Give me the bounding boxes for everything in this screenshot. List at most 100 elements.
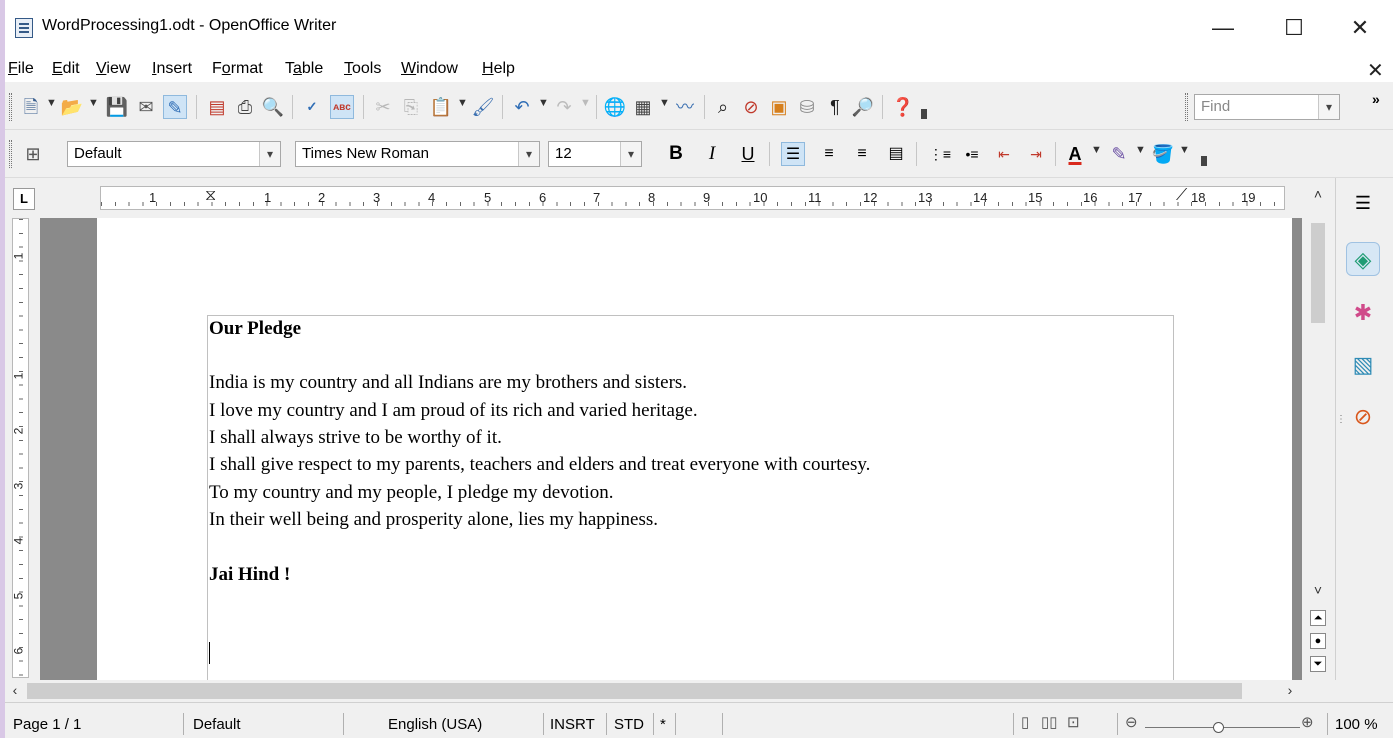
scroll-right-icon[interactable]: › <box>1280 682 1300 698</box>
style-dropdown-arrow-icon[interactable]: ▾ <box>259 142 280 166</box>
find-dropdown-arrow-icon[interactable]: ▾ <box>1318 95 1339 119</box>
insert-mode-indicator[interactable]: INSRT <box>550 716 595 733</box>
toolbar-grip[interactable] <box>9 93 12 121</box>
vertical-scroll-thumb[interactable] <box>1311 223 1325 323</box>
zoom-slider-knob[interactable] <box>1213 722 1224 733</box>
paragraph-style-combo[interactable]: Default ▾ <box>67 141 281 167</box>
close-document-button[interactable]: ✕ <box>1367 58 1384 83</box>
table-dropdown-arrow-icon[interactable]: ▼ <box>659 97 670 109</box>
minimize-button[interactable]: — <box>1200 10 1246 46</box>
table-icon[interactable]: ▦ <box>631 95 655 119</box>
justify-icon[interactable]: ▤ <box>884 142 908 166</box>
document-closing[interactable]: Jai Hind ! <box>209 564 290 586</box>
menu-help[interactable]: Help <box>482 60 515 78</box>
spellcheck-icon[interactable]: ✓ <box>300 95 324 119</box>
toolbar-overflow-icon[interactable] <box>1201 156 1207 166</box>
formatting-marks-icon[interactable]: ¶ <box>823 95 847 119</box>
navigator-icon[interactable]: ⊘ <box>739 95 763 119</box>
zoom-level[interactable]: 100 % <box>1335 716 1378 733</box>
hyperlink-icon[interactable]: 🌐 <box>603 95 627 119</box>
next-page-icon[interactable]: ⏷ <box>1310 656 1326 672</box>
highlighting-dropdown-arrow-icon[interactable]: ▼ <box>1135 144 1146 156</box>
sidebar-menu-icon[interactable]: ☰ <box>1346 186 1380 220</box>
right-indent-marker-icon[interactable]: ⟋ <box>1176 187 1187 205</box>
align-left-icon[interactable]: ☰ <box>781 142 805 166</box>
export-pdf-icon[interactable]: ▤ <box>205 95 229 119</box>
data-sources-icon[interactable]: ⛁ <box>795 95 819 119</box>
bullets-icon[interactable]: •≡ <box>960 142 984 166</box>
font-dropdown-arrow-icon[interactable]: ▾ <box>518 142 539 166</box>
numbering-icon[interactable]: ⋮≡ <box>928 142 952 166</box>
document-area[interactable]: Our Pledge India is my country and all I… <box>40 218 1302 680</box>
navigator-sidebar-icon[interactable]: ⊘ <box>1346 400 1380 434</box>
document-modified-indicator[interactable]: * <box>660 716 666 733</box>
tab-stop-selector-icon[interactable]: L <box>13 188 35 210</box>
zoom-in-icon[interactable]: ⊕ <box>1301 713 1314 731</box>
print-preview-icon[interactable]: 🔍 <box>261 95 285 119</box>
menu-file[interactable]: File <box>8 60 34 78</box>
document-heading[interactable]: Our Pledge <box>209 318 301 340</box>
styles-formatting-icon[interactable]: ⊞ <box>21 142 45 166</box>
email-icon[interactable]: ✉ <box>134 95 158 119</box>
menu-tools[interactable]: Tools <box>344 60 381 78</box>
left-indent-marker-icon[interactable]: ⧖ <box>205 187 216 205</box>
document-line[interactable]: I love my country and I am proud of its … <box>209 400 698 422</box>
new-document-icon[interactable]: 🗎 <box>19 95 43 119</box>
menu-format[interactable]: Format <box>212 60 263 78</box>
font-size-dropdown-arrow-icon[interactable]: ▾ <box>620 142 641 166</box>
language-indicator[interactable]: English (USA) <box>388 716 482 733</box>
multi-page-view-icon[interactable]: ▯▯ <box>1041 713 1058 731</box>
document-page[interactable]: Our Pledge India is my country and all I… <box>97 218 1292 680</box>
page-indicator[interactable]: Page 1 / 1 <box>13 716 81 733</box>
highlighting-icon[interactable]: ✎ <box>1107 142 1131 166</box>
open-folder-icon[interactable]: 📂 <box>60 95 84 119</box>
decrease-indent-icon[interactable]: ⇤ <box>992 142 1016 166</box>
paste-icon[interactable]: 📋 <box>429 95 453 119</box>
vertical-ruler[interactable]: 1 1 2 3 4 5 6 <box>11 218 29 678</box>
background-color-icon[interactable]: 🪣 <box>1151 142 1175 166</box>
increase-indent-icon[interactable]: ⇥ <box>1024 142 1048 166</box>
document-line[interactable]: I shall give respect to my parents, teac… <box>209 454 870 476</box>
font-color-icon[interactable]: A <box>1063 142 1087 166</box>
align-center-icon[interactable]: ≡ <box>817 142 841 166</box>
undo-dropdown-arrow-icon[interactable]: ▼ <box>538 97 549 109</box>
copy-icon[interactable]: ⎘ <box>399 95 423 119</box>
horizontal-scrollbar[interactable]: ‹ › <box>5 680 1302 702</box>
font-color-dropdown-arrow-icon[interactable]: ▼ <box>1091 144 1102 156</box>
vertical-scrollbar[interactable]: ˄ ˅ ⏶ ● ⏷ <box>1302 178 1334 680</box>
document-line[interactable]: In their well being and prosperity alone… <box>209 509 658 531</box>
toolbar-grip[interactable] <box>9 140 12 168</box>
document-line[interactable]: I shall always strive to be worthy of it… <box>209 427 502 449</box>
selection-mode-indicator[interactable]: STD <box>614 716 644 733</box>
save-icon[interactable]: 💾 <box>105 95 129 119</box>
align-right-icon[interactable]: ≡ <box>850 142 874 166</box>
undo-icon[interactable]: ↶ <box>510 95 534 119</box>
scroll-up-icon[interactable]: ˄ <box>1308 186 1328 202</box>
menu-edit[interactable]: Edit <box>52 60 80 78</box>
zoom-out-icon[interactable]: ⊖ <box>1125 713 1138 731</box>
menu-table[interactable]: Table <box>285 60 323 78</box>
gallery-icon[interactable]: ▣ <box>767 95 791 119</box>
menu-view[interactable]: View <box>96 60 130 78</box>
new-dropdown-arrow-icon[interactable]: ▼ <box>46 97 57 109</box>
book-view-icon[interactable]: ⊡ <box>1067 713 1080 731</box>
auto-spellcheck-icon[interactable]: ᴀʙᴄ <box>330 95 354 119</box>
bold-button[interactable]: B <box>664 142 688 166</box>
zoom-icon[interactable]: 🔎 <box>851 95 875 119</box>
find-field[interactable]: Find ▾ <box>1194 94 1340 120</box>
toolbar-grip[interactable] <box>1185 93 1188 121</box>
sidebar-collapse-icon[interactable]: ⋮ <box>1336 414 1346 425</box>
font-size-combo[interactable]: 12 ▾ <box>548 141 642 167</box>
find-replace-icon[interactable]: ⌕ <box>711 95 735 119</box>
underline-button[interactable]: U <box>736 142 760 166</box>
single-page-view-icon[interactable]: ▯ <box>1021 713 1029 731</box>
cut-icon[interactable]: ✂ <box>371 95 395 119</box>
document-line[interactable]: India is my country and all Indians are … <box>209 372 687 394</box>
maximize-button[interactable]: ☐ <box>1271 10 1317 46</box>
scroll-down-icon[interactable]: ˅ <box>1308 582 1328 598</box>
paste-dropdown-arrow-icon[interactable]: ▼ <box>457 97 468 109</box>
help-icon[interactable]: ❓ <box>891 95 915 119</box>
scroll-left-icon[interactable]: ‹ <box>5 682 25 698</box>
font-name-combo[interactable]: Times New Roman ▾ <box>295 141 540 167</box>
gallery-sidebar-icon[interactable]: ▧ <box>1346 348 1380 382</box>
